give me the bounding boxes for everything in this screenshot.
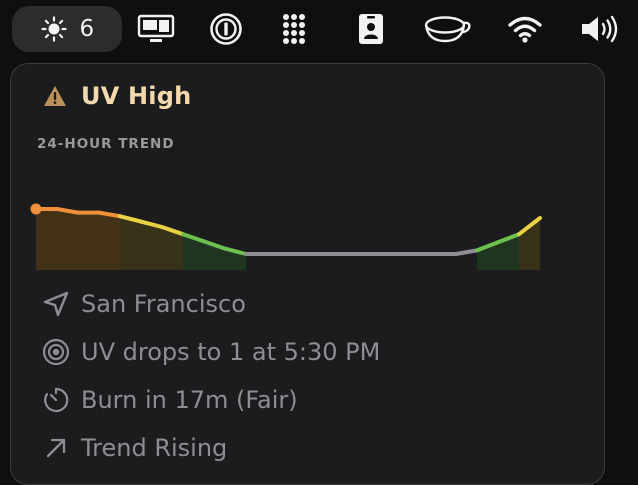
- cup-icon: [424, 16, 471, 43]
- trend-row: Trend Rising: [41, 424, 380, 472]
- popover-title: UV High: [81, 82, 192, 110]
- menu-bar: 6: [0, 0, 638, 58]
- uv-menubar-item[interactable]: 6: [12, 6, 122, 52]
- location-text: San Francisco: [81, 290, 246, 318]
- info-rows: San Francisco UV drops to 1 at 5:30 PM B…: [41, 280, 380, 472]
- display-icon: [137, 14, 175, 42]
- timer-icon: [41, 385, 71, 415]
- id-badge-icon: [359, 14, 383, 44]
- trend-text: Trend Rising: [81, 434, 228, 462]
- uv-index-value: 6: [79, 16, 95, 42]
- password-manager-menubar-item[interactable]: [203, 6, 249, 52]
- wifi-icon: [508, 16, 542, 43]
- trend-section-label: 24-HOUR TREND: [37, 136, 175, 152]
- uv-drop-text: UV drops to 1 at 5:30 PM: [81, 338, 381, 366]
- password-manager-icon: [210, 13, 242, 45]
- popover-header: UV High: [43, 82, 191, 110]
- burn-time-row: Burn in 17m (Fair): [41, 376, 380, 424]
- warning-triangle-icon: [44, 86, 66, 106]
- grid-dots-icon: [283, 14, 305, 44]
- volume-icon: [582, 15, 618, 43]
- display-menubar-item[interactable]: [133, 6, 179, 52]
- cup-menubar-item[interactable]: [420, 6, 476, 52]
- location-arrow-icon: [41, 289, 71, 319]
- burn-time-text: Burn in 17m (Fair): [81, 386, 298, 414]
- uv-popover: UV High 24-HOUR TREND San Francisco UV d…: [10, 63, 605, 485]
- id-badge-menubar-item[interactable]: [348, 6, 394, 52]
- wifi-menubar-item[interactable]: [502, 6, 548, 52]
- sun-icon: [40, 16, 67, 42]
- trend-up-arrow-icon: [41, 433, 71, 463]
- target-icon: [41, 337, 71, 367]
- uv-drop-row: UV drops to 1 at 5:30 PM: [41, 328, 380, 376]
- volume-menubar-item[interactable]: [576, 6, 626, 52]
- grid-menubar-item[interactable]: [274, 6, 320, 52]
- location-row[interactable]: San Francisco: [41, 280, 380, 328]
